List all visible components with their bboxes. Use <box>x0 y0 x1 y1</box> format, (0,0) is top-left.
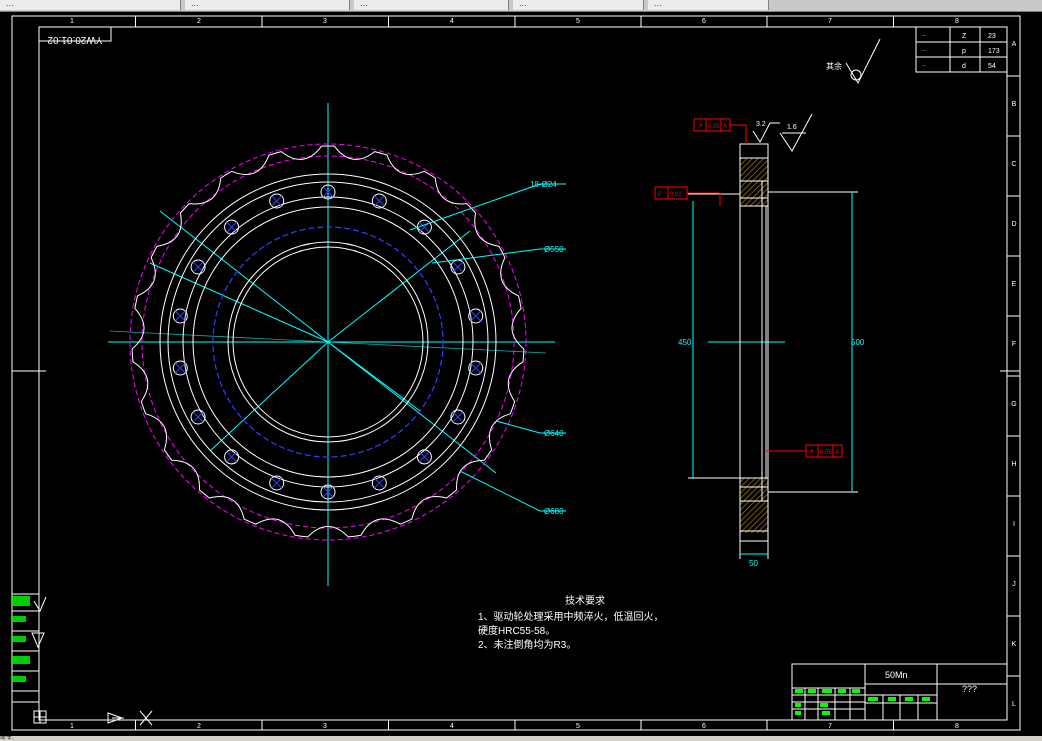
tech-line-1: 1、驱动轮处理采用中频淬火，低温回火， <box>478 610 664 623</box>
grid-col-label: 4 <box>450 723 454 730</box>
command-prompt: 命令: <box>0 735 14 741</box>
roughness-symbols: 3.2 1.6 <box>752 113 813 152</box>
grid-row-label: H <box>1011 461 1016 468</box>
tolerance-top-datum: A <box>723 124 727 130</box>
svg-text:↗: ↗ <box>697 123 703 130</box>
title-name: ??? <box>962 684 977 694</box>
title-material: 50Mn <box>885 670 908 680</box>
file-tab-3[interactable]: ... <box>354 0 509 10</box>
grid-col-label: 4 <box>450 18 454 25</box>
svg-text:⫽: ⫽ <box>657 190 662 198</box>
grid-col-label: 8 <box>955 18 959 25</box>
ucs-icon <box>33 710 153 726</box>
title-block: 50Mn ??? <box>791 663 1008 721</box>
grid-row-label: L <box>1012 701 1016 708</box>
param-label: ... <box>922 47 926 53</box>
surface-finish-other: 其余 <box>826 38 881 85</box>
command-line[interactable]: 命令: <box>0 735 1042 741</box>
roughness-side-value: 1.6 <box>787 124 797 131</box>
grid-col-label: 2 <box>197 18 201 25</box>
param-value: 54 <box>988 63 996 70</box>
param-value: 173 <box>988 48 1000 55</box>
grid-row-label: K <box>1012 641 1017 648</box>
grid-col-label: 5 <box>576 723 580 730</box>
dim-d640: Ø640 <box>544 429 564 438</box>
file-tab-label: ... <box>654 0 662 8</box>
file-tab-2[interactable]: ... <box>185 0 350 10</box>
grid-col-label: 3 <box>323 723 327 730</box>
grid-row-label: C <box>1011 161 1016 168</box>
grid-row-label: E <box>1012 281 1017 288</box>
drawing-canvas[interactable]: 1122334455667788ABCDEFGHIJKL YW20.01.02 … <box>0 11 1042 736</box>
grid-row-label: D <box>1011 221 1016 228</box>
grid-col-label: 7 <box>828 723 832 730</box>
grid-row-label: F <box>1012 341 1016 348</box>
left-revision-block <box>11 593 47 703</box>
param-symbol: Z <box>962 33 967 40</box>
technical-requirements: 技术要求 1、驱动轮处理采用中频淬火，低温回火， 硬度HRC55-58。 2、未… <box>478 594 664 651</box>
grid-col-label: 7 <box>828 18 832 25</box>
file-tab-label: ... <box>6 0 14 8</box>
dim-50: 50 <box>749 559 758 568</box>
param-value: 23 <box>988 33 996 40</box>
tolerance-right-value: 0.05 <box>820 450 832 456</box>
section-view <box>688 143 858 559</box>
grid-row-label: J <box>1012 581 1016 588</box>
file-tab-5[interactable]: ... <box>648 0 769 10</box>
roughness-other-label: 其余 <box>826 61 842 71</box>
tolerance-top: ↗ 0.05 A <box>693 118 747 144</box>
tech-title: 技术要求 <box>565 594 605 607</box>
grid-col-label: 1 <box>70 18 74 25</box>
tolerance-top-value: 0.05 <box>708 124 720 130</box>
grid-row-label: B <box>1012 101 1017 108</box>
param-label: ... <box>922 62 926 68</box>
tolerance-left: ⫽ 0.02 <box>654 186 721 206</box>
grid-row-label: G <box>1011 401 1016 408</box>
svg-text:↗: ↗ <box>808 449 814 456</box>
drawing-number-box: YW20.01.02 <box>38 26 112 45</box>
front-view <box>108 103 555 586</box>
file-tab-label: ... <box>360 0 368 8</box>
grid-col-label: 1 <box>70 723 74 730</box>
grid-col-label: 6 <box>702 18 706 25</box>
grid-col-label: 2 <box>197 723 201 730</box>
file-tab-4[interactable]: ... <box>513 0 644 10</box>
grid-col-label: 6 <box>702 723 706 730</box>
param-symbol: d <box>962 63 966 70</box>
gear-parameter-table: ... Z 23... p 173... d 54 <box>915 26 1008 73</box>
drawing-number: YW20.01.02 <box>47 34 102 45</box>
tech-line-3: 2、未注倒角均为R3。 <box>478 638 576 651</box>
tolerance-left-value: 0.02 <box>670 192 682 198</box>
param-symbol: p <box>962 48 966 55</box>
grid-row-label: I <box>1013 521 1015 528</box>
roughness-top-value: 3.2 <box>756 121 766 128</box>
tech-line-2: 硬度HRC55-58。 <box>478 624 555 637</box>
grid-row-label: A <box>1012 41 1017 48</box>
grid-col-label: 5 <box>576 18 580 25</box>
file-tab-label: ... <box>519 0 527 8</box>
tolerance-right-datum: A <box>835 450 839 456</box>
param-label: ... <box>922 32 926 38</box>
grid-col-label: 8 <box>955 723 959 730</box>
dim-450: 450 <box>678 338 692 347</box>
dim-d550: Ø550 <box>544 245 564 254</box>
dim-d680: Ø680 <box>544 507 564 516</box>
grid-col-label: 3 <box>323 18 327 25</box>
dim-500: 500 <box>851 338 865 347</box>
tolerance-right: ↗ 0.05 A <box>766 444 843 458</box>
file-tab-1[interactable]: ... <box>0 0 181 10</box>
file-tab-label: ... <box>191 0 199 8</box>
dim-holes: 18-Ø24 <box>530 180 557 189</box>
